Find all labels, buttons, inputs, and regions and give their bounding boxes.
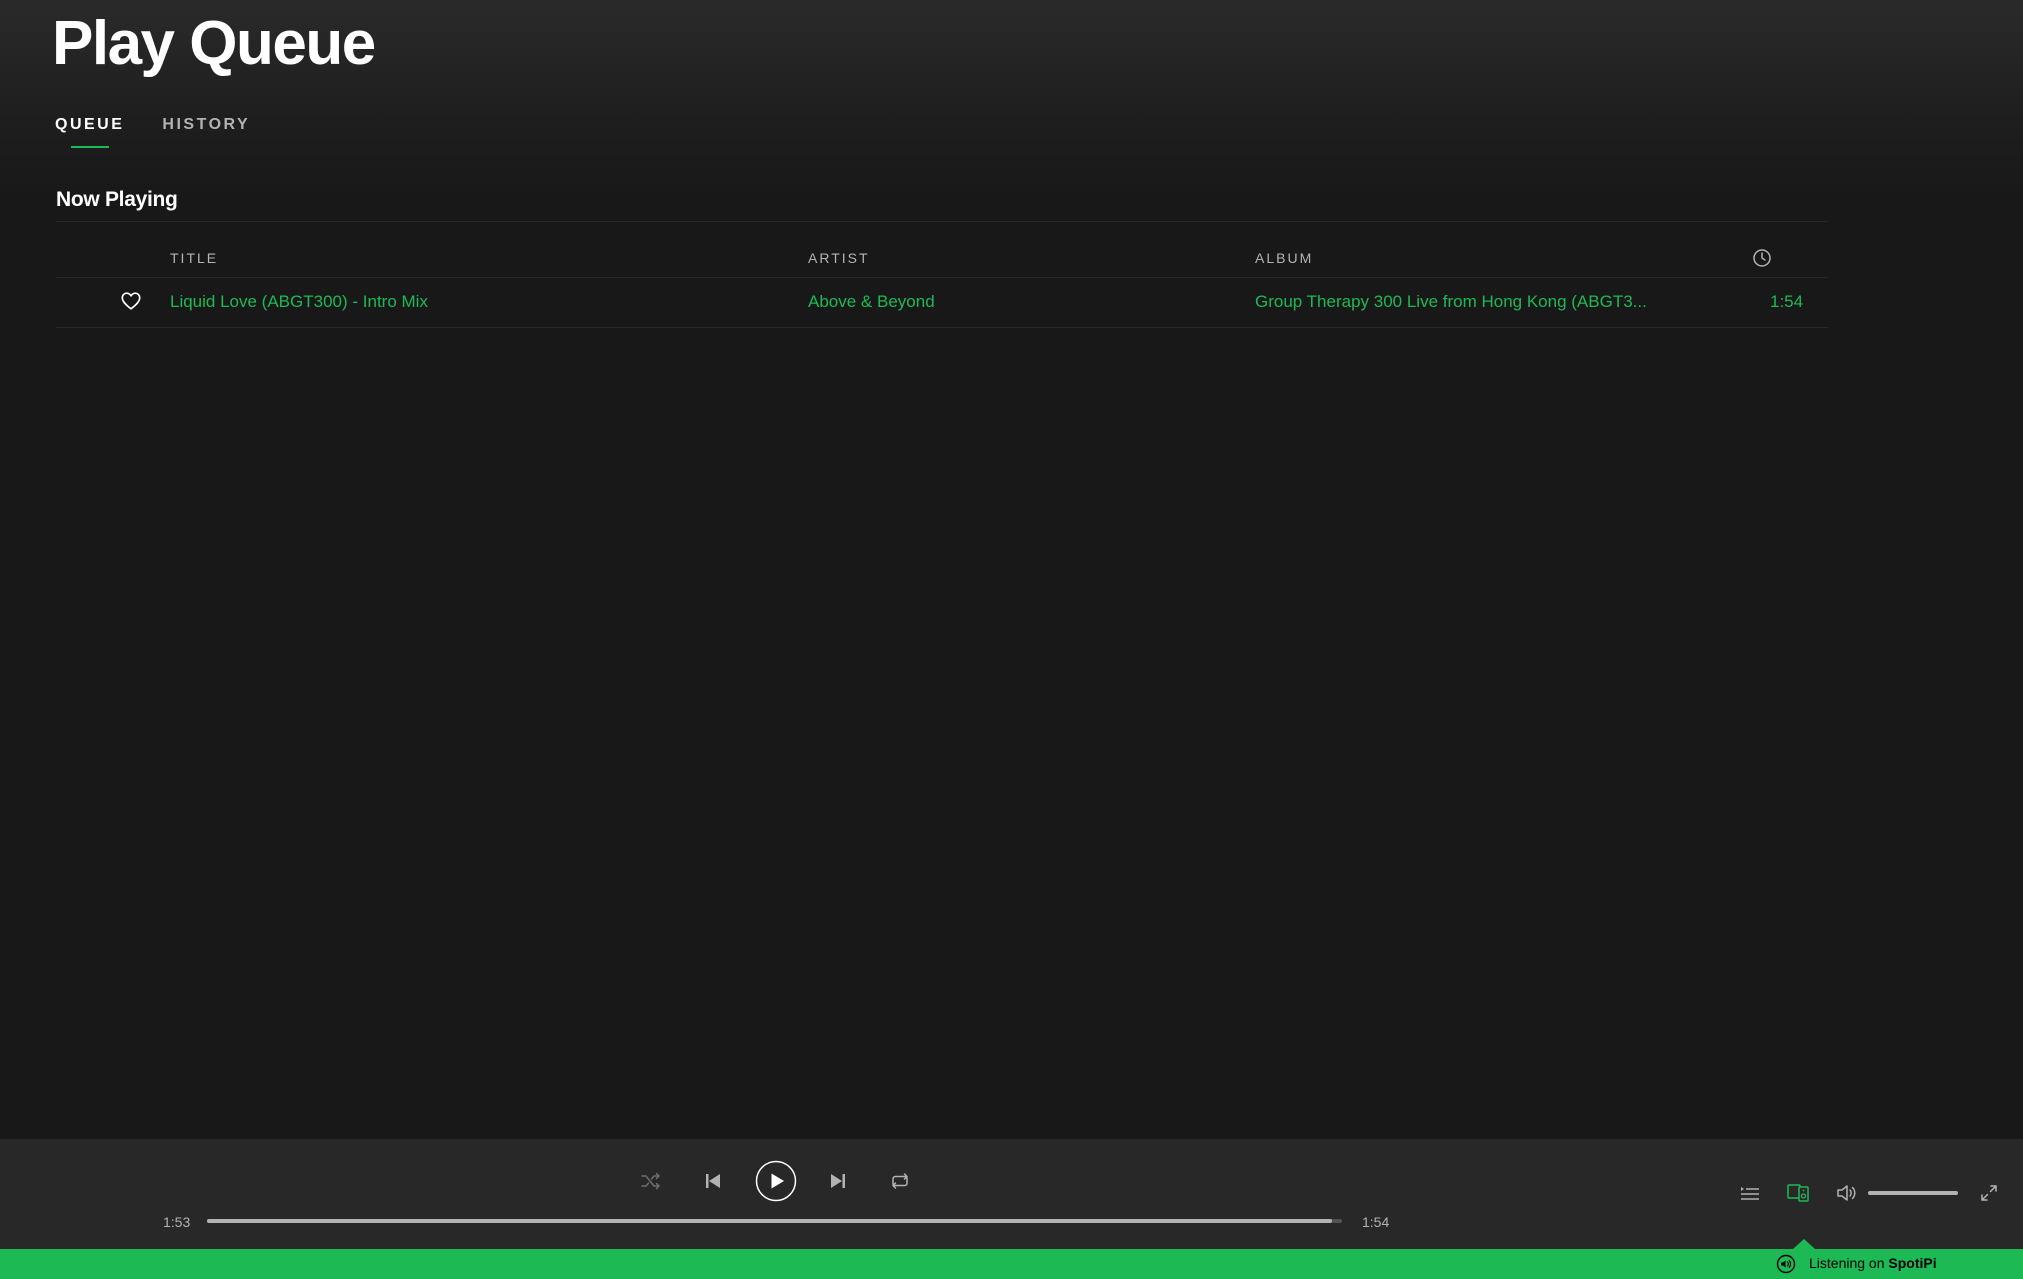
connect-device: SpotiPi	[1888, 1255, 1937, 1271]
volume-fill	[1868, 1191, 1958, 1195]
app-window: Play Queue QUEUE HISTORY Now Playing TIT…	[0, 0, 2023, 1279]
connect-status: Listening on SpotiPi	[1809, 1255, 1937, 1271]
column-header-album[interactable]: ALBUM	[1255, 250, 1313, 266]
connect-prefix: Listening on	[1809, 1255, 1885, 1271]
table-row[interactable]: Liquid Love (ABGT300) - Intro Mix Above …	[56, 278, 1828, 326]
tab-queue[interactable]: QUEUE	[55, 116, 124, 148]
player-bar: 1:53 1:54	[0, 1139, 2023, 1249]
next-icon[interactable]	[829, 1172, 847, 1190]
devices-icon[interactable]	[1787, 1183, 1809, 1203]
clock-icon[interactable]	[1752, 248, 1772, 268]
track-album[interactable]: Group Therapy 300 Live from Hong Kong (A…	[1255, 292, 1647, 312]
total-time: 1:54	[1362, 1214, 1390, 1230]
page-title: Play Queue	[52, 9, 376, 78]
track-artist[interactable]: Above & Beyond	[808, 292, 935, 312]
elapsed-time: 1:53	[163, 1214, 191, 1230]
volume-icon[interactable]	[1836, 1183, 1858, 1203]
column-header-title[interactable]: TITLE	[170, 250, 218, 266]
now-playing-heading: Now Playing	[56, 188, 178, 211]
row-divider	[56, 327, 1828, 328]
fullscreen-icon[interactable]	[1980, 1184, 1998, 1202]
speaker-icon	[1776, 1254, 1796, 1274]
tab-history[interactable]: HISTORY	[162, 116, 250, 148]
previous-icon[interactable]	[704, 1172, 722, 1190]
connect-bar[interactable]: Listening on SpotiPi	[0, 1239, 2023, 1279]
repeat-icon[interactable]	[889, 1172, 911, 1190]
connect-notch	[1793, 1239, 1815, 1249]
tab-bar: QUEUE HISTORY	[55, 116, 250, 148]
shuffle-icon[interactable]	[640, 1172, 662, 1190]
queue-icon[interactable]	[1740, 1184, 1760, 1202]
progress-bar[interactable]	[207, 1219, 1342, 1223]
volume-slider[interactable]	[1868, 1191, 1958, 1195]
section-divider	[56, 221, 1828, 222]
track-duration: 1:54	[1770, 292, 1804, 311]
play-icon[interactable]	[755, 1160, 797, 1202]
column-header-artist[interactable]: ARTIST	[808, 250, 870, 266]
main-view: Play Queue QUEUE HISTORY Now Playing TIT…	[0, 0, 2023, 1139]
heart-icon[interactable]	[120, 290, 142, 312]
progress-fill	[207, 1219, 1332, 1223]
track-title[interactable]: Liquid Love (ABGT300) - Intro Mix	[170, 292, 428, 312]
